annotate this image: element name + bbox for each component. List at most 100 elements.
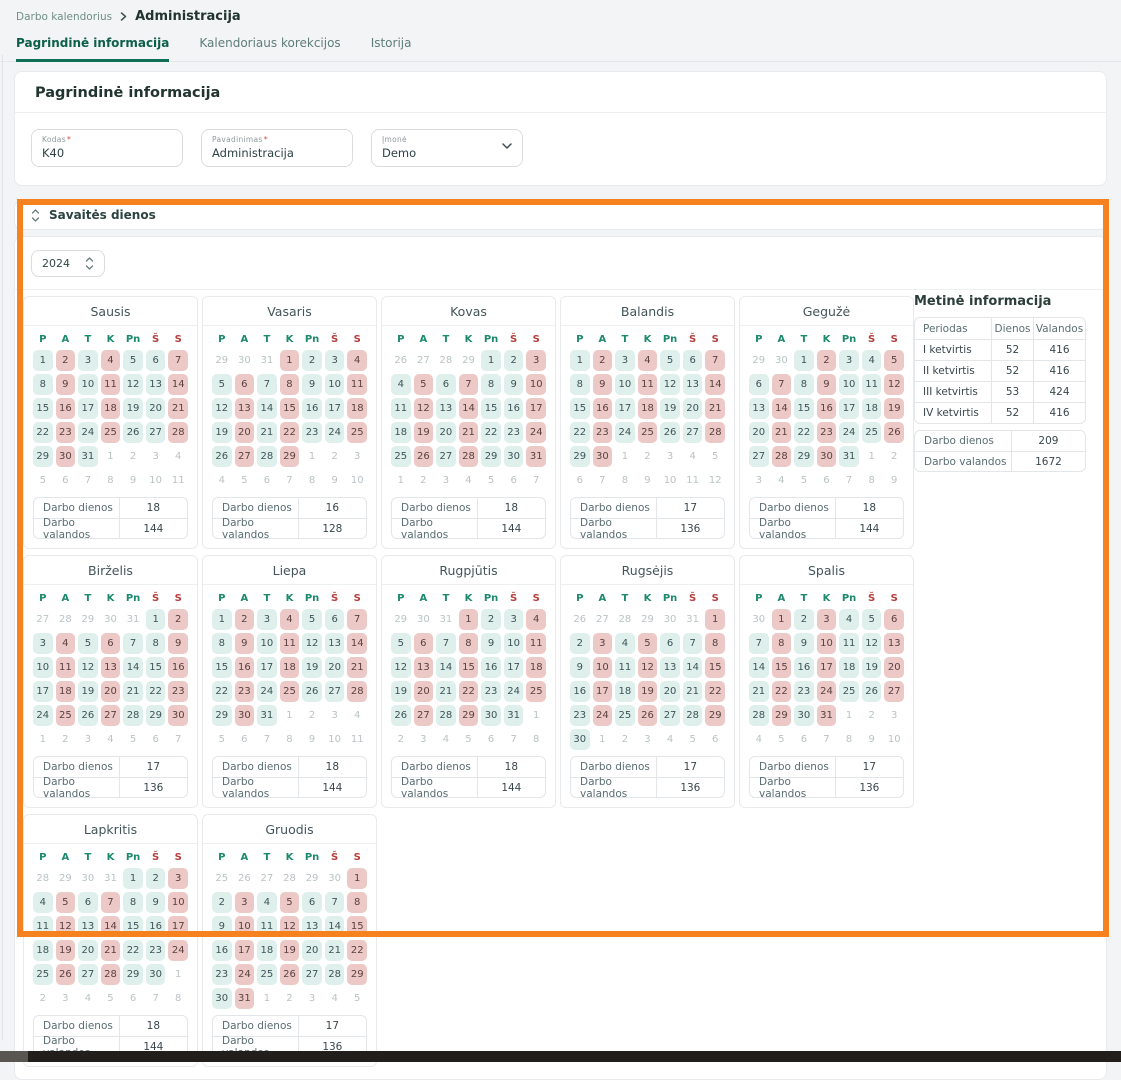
day-cell[interactable]: 21 [705, 398, 725, 419]
day-cell[interactable]: 23 [794, 681, 814, 702]
day-cell[interactable]: 4 [862, 350, 882, 371]
day-cell[interactable]: 14 [257, 398, 277, 419]
day-cell[interactable]: 4 [56, 633, 76, 654]
day-cell[interactable]: 30 [817, 446, 837, 467]
day-cell[interactable]: 15 [772, 657, 792, 678]
day-cell[interactable]: 13 [78, 916, 98, 937]
day-cell[interactable]: 9 [235, 633, 255, 654]
day-cell[interactable]: 9 [817, 374, 837, 395]
day-cell[interactable]: 1 [705, 609, 725, 630]
day-cell[interactable]: 23 [817, 422, 837, 443]
day-cell[interactable]: 15 [146, 657, 166, 678]
day-cell[interactable]: 15 [347, 916, 367, 937]
day-cell[interactable]: 28 [749, 705, 769, 726]
day-cell[interactable]: 18 [101, 398, 121, 419]
day-cell[interactable]: 21 [325, 940, 345, 961]
day-cell[interactable]: 29 [570, 446, 590, 467]
day-cell[interactable]: 17 [325, 398, 345, 419]
day-cell[interactable]: 22 [705, 681, 725, 702]
day-cell[interactable]: 25 [257, 964, 277, 985]
day-cell[interactable]: 20 [78, 940, 98, 961]
day-cell[interactable]: 25 [347, 422, 367, 443]
day-cell[interactable]: 1 [459, 609, 479, 630]
day-cell[interactable]: 16 [794, 657, 814, 678]
day-cell[interactable]: 4 [526, 609, 546, 630]
day-cell[interactable]: 1 [481, 350, 501, 371]
day-cell[interactable]: 2 [212, 892, 232, 913]
day-cell[interactable]: 24 [78, 422, 98, 443]
day-cell[interactable]: 13 [884, 633, 904, 654]
day-cell[interactable]: 15 [280, 398, 300, 419]
day-cell[interactable]: 3 [78, 350, 98, 371]
day-cell[interactable]: 28 [683, 705, 703, 726]
day-cell[interactable]: 28 [459, 446, 479, 467]
day-cell[interactable]: 31 [839, 446, 859, 467]
day-cell[interactable]: 10 [593, 657, 613, 678]
day-cell[interactable]: 12 [123, 374, 143, 395]
day-cell[interactable]: 30 [481, 705, 501, 726]
day-cell[interactable]: 20 [414, 681, 434, 702]
day-cell[interactable]: 21 [683, 681, 703, 702]
day-cell[interactable]: 29 [347, 964, 367, 985]
day-cell[interactable]: 28 [123, 705, 143, 726]
day-cell[interactable]: 4 [257, 892, 277, 913]
day-cell[interactable]: 11 [615, 657, 635, 678]
day-cell[interactable]: 10 [257, 633, 277, 654]
day-cell[interactable]: 6 [146, 350, 166, 371]
day-cell[interactable]: 1 [33, 350, 53, 371]
day-cell[interactable]: 29 [705, 705, 725, 726]
day-cell[interactable]: 7 [123, 633, 143, 654]
day-cell[interactable]: 17 [526, 398, 546, 419]
day-cell[interactable]: 7 [436, 633, 456, 654]
day-cell[interactable]: 17 [504, 657, 524, 678]
day-cell[interactable]: 3 [526, 350, 546, 371]
day-cell[interactable]: 3 [615, 350, 635, 371]
day-cell[interactable]: 6 [683, 350, 703, 371]
day-cell[interactable]: 19 [660, 398, 680, 419]
day-cell[interactable]: 21 [772, 422, 792, 443]
day-cell[interactable]: 10 [839, 374, 859, 395]
day-cell[interactable]: 20 [235, 422, 255, 443]
day-cell[interactable]: 8 [772, 633, 792, 654]
day-cell[interactable]: 2 [302, 350, 322, 371]
day-cell[interactable]: 19 [862, 657, 882, 678]
day-cell[interactable]: 16 [817, 398, 837, 419]
day-cell[interactable]: 9 [593, 374, 613, 395]
day-cell[interactable]: 2 [593, 350, 613, 371]
day-cell[interactable]: 19 [123, 398, 143, 419]
day-cell[interactable]: 15 [794, 398, 814, 419]
day-cell[interactable]: 15 [212, 657, 232, 678]
day-cell[interactable]: 8 [146, 633, 166, 654]
tab-pagrindine-informacija[interactable]: Pagrindinė informacija [16, 36, 169, 62]
day-cell[interactable]: 19 [280, 940, 300, 961]
day-cell[interactable]: 14 [749, 657, 769, 678]
day-cell[interactable]: 27 [235, 446, 255, 467]
day-cell[interactable]: 11 [257, 916, 277, 937]
day-cell[interactable]: 16 [593, 398, 613, 419]
day-cell[interactable]: 16 [570, 681, 590, 702]
day-cell[interactable]: 1 [772, 609, 792, 630]
day-cell[interactable]: 5 [212, 374, 232, 395]
day-cell[interactable]: 5 [638, 633, 658, 654]
day-cell[interactable]: 21 [347, 657, 367, 678]
day-cell[interactable]: 9 [504, 374, 524, 395]
day-cell[interactable]: 24 [257, 681, 277, 702]
day-cell[interactable]: 6 [436, 374, 456, 395]
day-cell[interactable]: 21 [123, 681, 143, 702]
day-cell[interactable]: 19 [884, 398, 904, 419]
day-cell[interactable]: 8 [212, 633, 232, 654]
day-cell[interactable]: 29 [146, 705, 166, 726]
day-cell[interactable]: 28 [436, 705, 456, 726]
day-cell[interactable]: 18 [526, 657, 546, 678]
day-cell[interactable]: 6 [78, 892, 98, 913]
day-cell[interactable]: 23 [504, 422, 524, 443]
day-cell[interactable]: 3 [257, 609, 277, 630]
day-cell[interactable]: 20 [683, 398, 703, 419]
day-cell[interactable]: 4 [615, 633, 635, 654]
day-cell[interactable]: 14 [101, 916, 121, 937]
day-cell[interactable]: 25 [33, 964, 53, 985]
day-cell[interactable]: 23 [146, 940, 166, 961]
day-cell[interactable]: 3 [325, 350, 345, 371]
day-cell[interactable]: 7 [749, 633, 769, 654]
day-cell[interactable]: 11 [101, 374, 121, 395]
